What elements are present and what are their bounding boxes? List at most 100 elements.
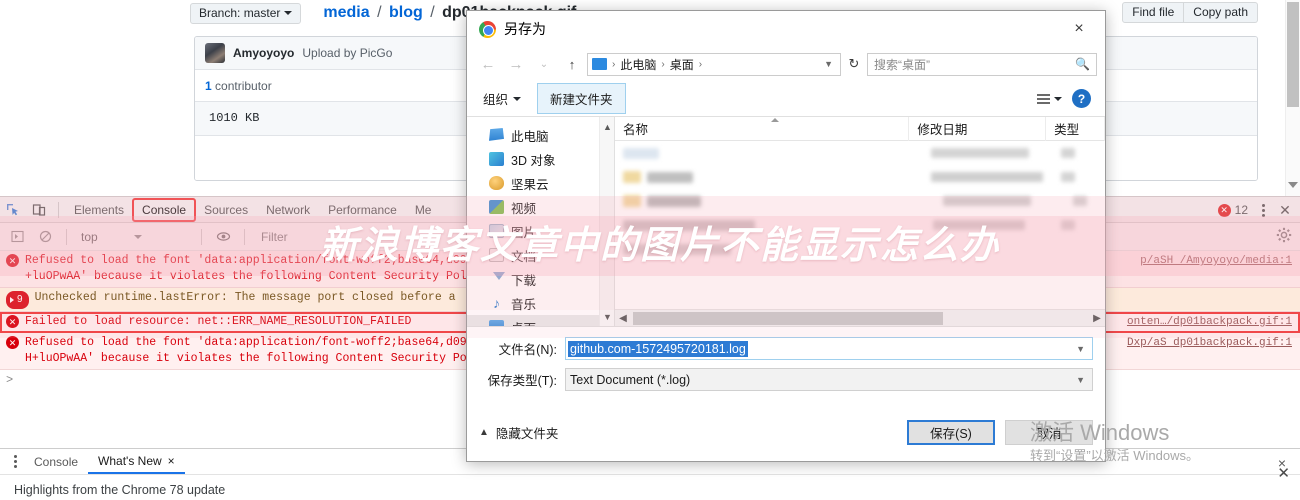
back-arrow-icon[interactable]: ←: [475, 52, 501, 76]
dialog-fields: 文件名(N): github.com-1572495720181.log ▼ 保…: [467, 327, 1105, 403]
tab-performance[interactable]: Performance: [319, 199, 406, 221]
devtools-more-menu-icon[interactable]: [1254, 198, 1272, 222]
column-header-type[interactable]: 类型: [1046, 117, 1105, 141]
file-row[interactable]: [615, 165, 1105, 189]
cancel-button[interactable]: 取消: [1005, 419, 1093, 445]
address-bar[interactable]: › 此电脑 › 桌面 › ▼: [587, 52, 841, 76]
live-expression-eye-icon[interactable]: [210, 225, 236, 249]
close-icon[interactable]: ×: [168, 454, 175, 468]
tree-item-documents[interactable]: 文档: [467, 243, 614, 267]
find-file-button[interactable]: Find file: [1122, 2, 1185, 23]
scroll-left-arrow-icon[interactable]: ◀: [615, 313, 631, 324]
music-icon: ♪: [493, 295, 500, 311]
search-placeholder: 搜索“桌面”: [874, 57, 930, 72]
contributor-count: 1: [205, 79, 212, 93]
tab-network[interactable]: Network: [257, 199, 319, 221]
search-input[interactable]: 搜索“桌面” 🔍: [867, 52, 1097, 76]
forward-arrow-icon[interactable]: →: [503, 52, 529, 76]
console-message-source[interactable]: p/aSH /Amyoyoyo/media:1: [1140, 253, 1292, 269]
commit-author[interactable]: Amyoyoyo: [233, 46, 294, 60]
devtools-close-icon[interactable]: ✕: [1274, 198, 1296, 222]
file-row[interactable]: [615, 189, 1105, 213]
console-message-line1: Refused to load the font 'data:applicati…: [25, 254, 481, 267]
page-scrollbar-thumb[interactable]: [1287, 2, 1299, 107]
hide-folders-toggle[interactable]: ▲ 隐藏文件夹: [479, 423, 558, 442]
chevron-down-icon[interactable]: ▼: [1076, 375, 1090, 385]
file-row[interactable]: [615, 213, 1105, 237]
page-scrollbar[interactable]: [1285, 0, 1300, 196]
up-arrow-icon[interactable]: ↑: [559, 52, 585, 76]
clear-console-icon[interactable]: [32, 225, 58, 249]
tree-item-videos[interactable]: 视频: [467, 195, 614, 219]
tree-item-pictures[interactable]: 图片: [467, 219, 614, 243]
drawer-tab-whats-new[interactable]: What's New ×: [88, 450, 185, 474]
scrollbar-thumb[interactable]: [633, 311, 943, 325]
scroll-down-arrow-icon[interactable]: [1288, 182, 1298, 188]
console-sidebar-toggle-icon[interactable]: [4, 225, 30, 249]
console-settings-gear-icon[interactable]: [1276, 227, 1292, 248]
chevron-down-icon: [1054, 96, 1062, 101]
tree-item-downloads[interactable]: 下载: [467, 267, 614, 291]
error-circle-icon: ✕: [6, 315, 19, 328]
this-pc-icon: [489, 128, 504, 141]
breadcrumb-part-media[interactable]: media: [323, 4, 369, 21]
console-message-source[interactable]: Dxp/aS dp01backpack.gif:1: [1127, 335, 1292, 351]
branch-selector[interactable]: Branch: master: [190, 2, 302, 24]
organize-label: 组织: [483, 93, 509, 107]
address-crumb-this-pc[interactable]: 此电脑: [620, 56, 656, 73]
breadcrumb-part-blog[interactable]: blog: [389, 4, 423, 21]
chevron-down-icon[interactable]: ▼: [824, 59, 836, 69]
chevron-down-icon[interactable]: ▼: [1076, 344, 1090, 354]
tree-item-desktop[interactable]: 桌面: [467, 315, 614, 326]
scroll-down-arrow-icon[interactable]: ▼: [600, 309, 614, 324]
chevron-down-icon: [513, 96, 522, 101]
help-icon[interactable]: ?: [1072, 89, 1091, 108]
tab-console[interactable]: Console: [132, 197, 197, 222]
tree-item-label: 视频: [511, 201, 537, 216]
tab-elements[interactable]: Elements: [65, 199, 133, 221]
scroll-up-arrow-icon[interactable]: ▲: [600, 119, 614, 134]
filetype-select[interactable]: Text Document (*.log) ▼: [565, 368, 1093, 391]
filetype-value: Text Document (*.log): [570, 372, 691, 387]
screen-root: Branch: master media / blog / dp01backpa…: [0, 0, 1300, 500]
hide-folders-label: 隐藏文件夹: [495, 426, 559, 441]
console-filter-input[interactable]: [253, 227, 453, 246]
recent-locations-icon[interactable]: ⌄: [531, 52, 557, 76]
view-options[interactable]: [1037, 93, 1062, 104]
inspect-element-icon[interactable]: [0, 198, 26, 222]
save-button[interactable]: 保存(S): [907, 419, 995, 445]
device-toolbar-icon[interactable]: [26, 198, 52, 222]
file-row[interactable]: [615, 237, 1105, 261]
execution-context-select[interactable]: top: [75, 228, 193, 246]
new-folder-button[interactable]: 新建文件夹: [537, 83, 626, 114]
dialog-close-icon[interactable]: ×: [1057, 12, 1101, 46]
scroll-right-arrow-icon[interactable]: ▶: [1089, 313, 1105, 324]
error-count-badge[interactable]: ✕ 12: [1214, 203, 1252, 217]
tab-memory[interactable]: Me: [406, 199, 441, 221]
dialog-toolbar-right: ?: [1037, 89, 1097, 108]
filename-input[interactable]: github.com-1572495720181.log ▼: [565, 337, 1093, 360]
breadcrumb-separator: /: [377, 4, 382, 21]
console-message-source[interactable]: onten…/dp01backpack.gif:1: [1127, 314, 1292, 330]
drawer-more-menu-icon[interactable]: [6, 450, 24, 474]
tree-item-nutstore[interactable]: 坚果云: [467, 171, 614, 195]
tab-sources[interactable]: Sources: [195, 199, 257, 221]
chrome-logo-icon: [479, 20, 496, 38]
file-list-horizontal-scrollbar[interactable]: ◀ ▶: [615, 309, 1105, 326]
tree-item-music[interactable]: ♪ 音乐: [467, 291, 614, 315]
drawer-tab-console[interactable]: Console: [24, 451, 88, 473]
tree-scrollbar[interactable]: ▲ ▼: [599, 117, 614, 326]
file-row[interactable]: [615, 141, 1105, 165]
search-icon: 🔍: [1075, 57, 1090, 71]
tree-item-this-pc[interactable]: 此电脑: [467, 123, 614, 147]
tree-item-3d-objects[interactable]: 3D 对象: [467, 147, 614, 171]
copy-path-button[interactable]: Copy path: [1184, 2, 1258, 23]
refresh-icon[interactable]: ↻: [843, 53, 865, 76]
column-header-date[interactable]: 修改日期: [909, 117, 1047, 141]
corner-close-icon[interactable]: ✕: [1277, 464, 1290, 482]
scrollbar-track[interactable]: [631, 311, 1089, 325]
address-crumb-desktop[interactable]: 桌面: [670, 56, 694, 73]
file-list-rows[interactable]: [615, 141, 1105, 309]
organize-menu[interactable]: 组织: [475, 85, 529, 112]
column-header-name[interactable]: 名称: [615, 117, 910, 141]
